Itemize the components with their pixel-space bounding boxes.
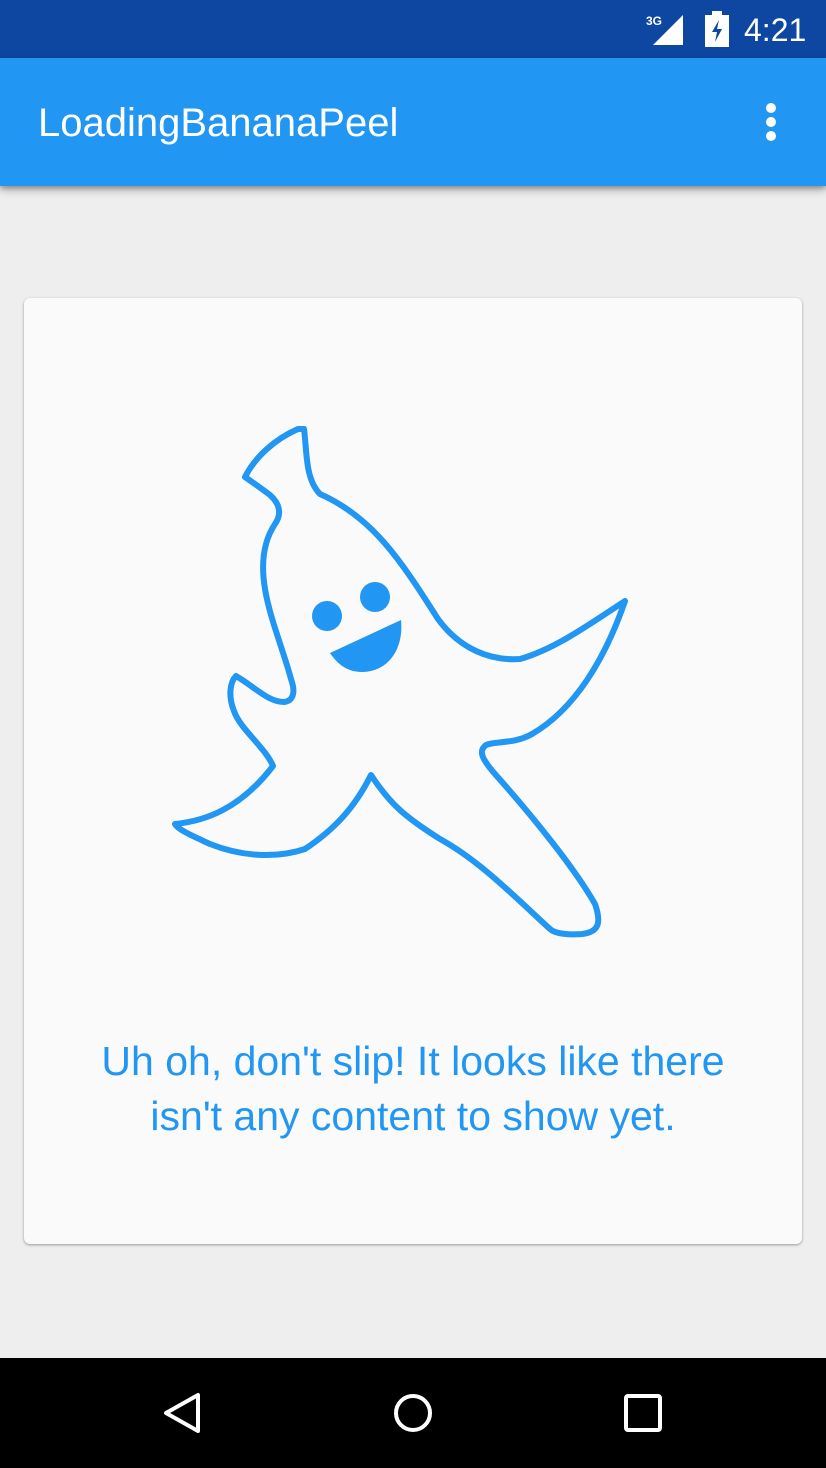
recents-square-icon [624,1394,662,1432]
status-clock: 4:21 [744,12,807,48]
recents-button[interactable] [615,1385,671,1441]
overflow-dot [766,131,776,141]
network-type-label: 3G [646,14,662,28]
overflow-dot [766,103,776,113]
back-button[interactable] [154,1385,210,1441]
app-title: LoadingBananaPeel [38,101,399,145]
home-button[interactable] [385,1385,441,1441]
app-bar: LoadingBananaPeel [0,58,826,186]
more-vert-icon[interactable] [748,96,794,148]
navigation-bar [0,1358,826,1468]
empty-state-message: Uh oh, don't slip! It looks like there i… [101,1038,725,1139]
back-triangle-icon [164,1393,200,1433]
home-circle-icon [394,1394,432,1432]
banana-peel-mascot-icon [172,426,628,938]
status-bar: 3G 4:21 [0,0,826,58]
battery-charging-icon [705,11,729,47]
empty-state-card: Uh oh, don't slip! It looks like there i… [24,298,802,1244]
signal-3g-icon: 3G [646,14,683,45]
overflow-dot [766,117,776,127]
